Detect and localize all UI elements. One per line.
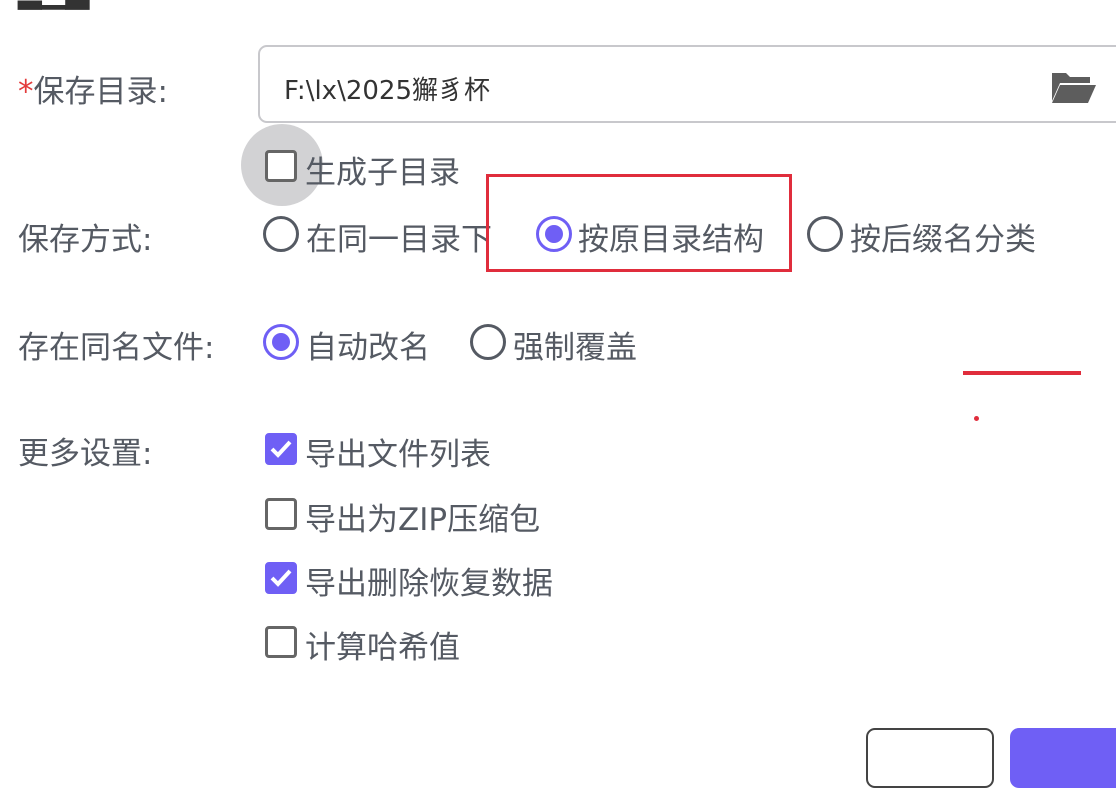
more-settings-label: 更多设置: <box>18 436 153 472</box>
compute-hash-checkbox[interactable] <box>265 626 297 658</box>
export-list-checkbox[interactable] <box>265 433 297 465</box>
required-mark: * <box>18 74 34 110</box>
radio-auto-rename-label: 自动改名 <box>306 330 430 366</box>
folder-open-icon[interactable] <box>1050 69 1096 105</box>
radio-by-extension[interactable] <box>807 216 843 252</box>
annotation-highlight-box <box>486 174 792 272</box>
save-mode-label: 保存方式: <box>18 222 153 258</box>
subdir-checkbox[interactable] <box>265 150 297 182</box>
export-deleted-label: 导出删除恢复数据 <box>305 566 553 602</box>
annotation-dot <box>974 416 979 421</box>
save-dir-label-text: 保存目录: <box>33 74 168 110</box>
radio-by-extension-label: 按后缀名分类 <box>850 222 1036 258</box>
save-dir-input[interactable]: F:\lx\2025獬豸杯 <box>258 45 1116 123</box>
export-deleted-checkbox[interactable] <box>265 562 297 594</box>
compute-hash-label: 计算哈希值 <box>305 630 460 666</box>
export-zip-label: 导出为ZIP压缩包 <box>305 502 541 538</box>
radio-overwrite[interactable] <box>470 324 506 360</box>
radio-same-dir-label: 在同一目录下 <box>306 222 492 258</box>
export-list-label: 导出文件列表 <box>305 437 491 473</box>
save-dir-value: F:\lx\2025獬豸杯 <box>284 76 490 106</box>
same-name-label: 存在同名文件: <box>18 330 215 366</box>
radio-overwrite-label: 强制覆盖 <box>513 330 637 366</box>
export-zip-checkbox[interactable] <box>265 498 297 530</box>
confirm-button[interactable] <box>1010 728 1116 788</box>
radio-same-dir[interactable] <box>263 216 299 252</box>
dialog-title-clipped: ▂▁▃ <box>18 0 90 10</box>
save-dir-label: *保存目录: <box>18 66 168 111</box>
radio-auto-rename[interactable] <box>263 324 299 360</box>
cancel-button[interactable] <box>866 728 994 788</box>
subdir-label: 生成子目录 <box>305 155 460 191</box>
annotation-underline <box>963 371 1081 375</box>
